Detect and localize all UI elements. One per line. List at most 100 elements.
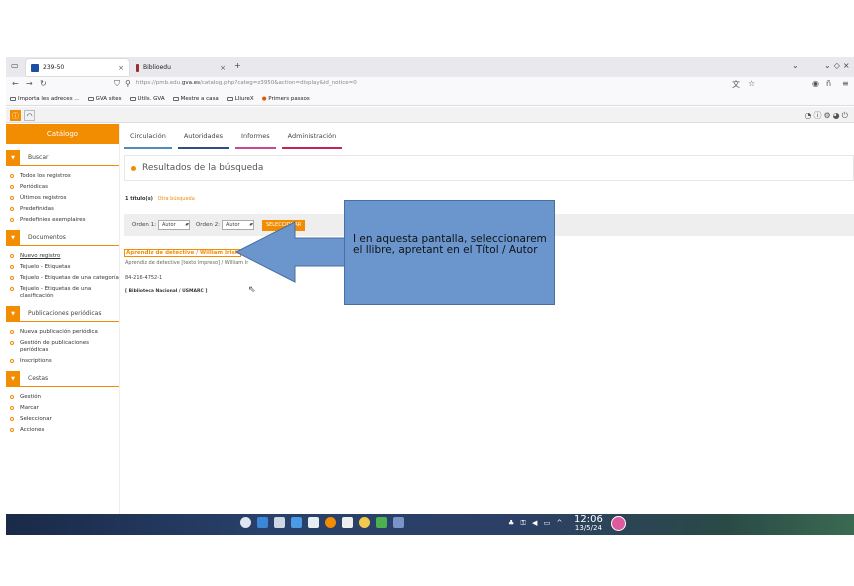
section-label: Publicaciones periódicas [28, 310, 102, 317]
user-avatar[interactable] [611, 516, 626, 531]
shield-icon[interactable]: ⛉ [114, 79, 120, 89]
sidebar-item[interactable]: Predefinies exemplaires [8, 217, 119, 224]
sidebar-item[interactable]: Gestión de publicaciones periódicas [8, 340, 119, 354]
section-documentos[interactable]: ▼ Documentos [6, 229, 119, 246]
sidebar-item-label: Tejuelo - Etiquetas de una categoría [20, 275, 119, 281]
sidebar-item[interactable]: Tejuelo - Etiquetas de una clasificación [8, 286, 119, 300]
account-icon[interactable]: ◉ [812, 79, 819, 88]
bullet-icon [10, 207, 14, 211]
bullet-icon [10, 341, 14, 345]
extensions-icon[interactable]: ñ [826, 79, 831, 88]
bullet-icon [10, 254, 14, 258]
sidebar-item[interactable]: Tejuelo - Etiquetas [8, 264, 119, 271]
close-icon[interactable]: × [220, 64, 226, 72]
helper-icon[interactable] [359, 517, 370, 528]
window-controls[interactable]: ⌄◇× [824, 61, 853, 70]
translate-icon[interactable]: 文 [732, 79, 740, 90]
files-icon[interactable] [257, 517, 268, 528]
window-icon[interactable] [274, 517, 285, 528]
tab-informes[interactable]: Informes [235, 129, 276, 149]
sidebar-item-label: Gestión [20, 394, 42, 400]
order2-select[interactable]: Autor [221, 220, 254, 230]
new-tab-button[interactable]: + [234, 61, 241, 70]
editor-icon[interactable] [376, 517, 387, 528]
bullet-icon [10, 174, 14, 178]
clock[interactable]: 12:06 13/5/24 [574, 515, 603, 533]
app-tool-icons[interactable]: ◔ⓘ⚙◕⏻ [805, 110, 850, 121]
bullet-icon [10, 428, 14, 432]
lock-icon[interactable]: ⚲ [125, 79, 131, 88]
bookmark-star-icon[interactable]: ☆ [748, 79, 755, 88]
order2-label: Orden 2: [195, 222, 220, 228]
result-library: [ Biblioteca Nacional / USMARC ] [125, 289, 208, 294]
sidebar-item[interactable]: Gestión [8, 394, 119, 401]
bookmark-item[interactable]: ● Primers passos [262, 96, 310, 102]
order1-select[interactable]: Autor [157, 220, 190, 230]
bookmark-item[interactable]: Mestre a casa [172, 96, 219, 102]
tab-biblioedu[interactable]: Biblioedu × [131, 59, 231, 76]
result-title-link[interactable]: Aprendiz de detective / William Irish [124, 249, 241, 257]
browser-tab-bar: ▭ 239-50 × Biblioedu × + ⌄ ⌄◇× [6, 57, 854, 77]
forward-icon[interactable]: → [26, 79, 33, 88]
chevron-down-icon[interactable]: ⌄ [792, 61, 799, 70]
sidebar-item-label: Acciones [20, 427, 45, 433]
sidebar-item[interactable]: Marcar [8, 405, 119, 412]
system-tray[interactable]: ♣ ⚿ ◀ ▭ ^ [508, 519, 564, 528]
sidebar-title[interactable]: Catálogo [6, 124, 119, 144]
sidebar-item[interactable]: Tejuelo - Etiquetas de una categoría [8, 275, 119, 282]
sidebar-item[interactable]: Últimos registros [8, 195, 119, 202]
bookmark-item[interactable]: Importa les adreces ... [10, 96, 80, 102]
app-launcher-icon[interactable] [240, 517, 251, 528]
menu-icon[interactable]: ≡ [842, 79, 849, 88]
sidebar-item[interactable]: Periódicas [8, 184, 119, 191]
close-icon[interactable]: × [118, 64, 124, 72]
sidebar: Catálogo ▼ Buscar Todos los registros Per… [6, 124, 120, 535]
reload-icon[interactable]: ↻ [40, 79, 47, 88]
firefox-icon[interactable] [325, 517, 336, 528]
section-publicaciones[interactable]: ▼ Publicaciones periódicas [6, 305, 119, 322]
sidebar-item-label: Nueva publicación periódica [20, 329, 98, 335]
sidebar-item[interactable]: Nueva publicación periódica [8, 329, 119, 336]
url-bar[interactable]: https://pmb.edu.gva.es/catalog.php?categ… [136, 80, 357, 86]
bookmark-item[interactable]: GVA sites [87, 96, 122, 102]
sidebar-item-label: Predefinies exemplaires [20, 217, 86, 223]
sidebar-item-label: Marcar [20, 405, 39, 411]
bookmark-label: LliureX [234, 96, 254, 102]
calculator-icon[interactable] [342, 517, 353, 528]
section-buscar[interactable]: ▼ Buscar [6, 149, 119, 166]
sidebar-item[interactable]: Seleccionar [8, 416, 119, 423]
chevron-down-icon: ▼ [6, 149, 20, 166]
result-subtitle: Aprendiz de detective [texto impreso] / … [125, 260, 249, 266]
sidebar-item-nuevo-registro[interactable]: Nuevo registro [8, 253, 119, 260]
sidebar-item[interactable]: Predefinidas [8, 206, 119, 213]
other-search-link[interactable]: Otra búsqueda [158, 196, 195, 202]
sidebar-item[interactable]: Acciones [8, 427, 119, 434]
screenshot-icon[interactable] [393, 517, 404, 528]
tab-239-50[interactable]: 239-50 × [26, 59, 129, 76]
bookmark-item[interactable]: Utils. GVA [129, 96, 165, 102]
bookmark-label: GVA sites [95, 96, 122, 102]
sidebar-item[interactable]: Inscriptions [8, 358, 119, 365]
sidebar-item[interactable]: Todos los registros [8, 173, 119, 180]
software-center-icon[interactable] [308, 517, 319, 528]
tab-list-icon[interactable]: ▭ [11, 61, 19, 70]
book-icon [136, 63, 139, 72]
folder-icon [129, 96, 136, 101]
back-icon[interactable]: ← [12, 79, 19, 88]
section-items: Nuevo registro Tejuelo - Etiquetas Tejue… [6, 246, 119, 300]
page-title: Resultados de la búsqueda [142, 163, 264, 173]
folder-icon[interactable] [291, 517, 302, 528]
bookmark-item[interactable]: LliureX [226, 96, 254, 102]
info-icon[interactable]: ⓘ [10, 110, 21, 121]
bullet-icon [131, 165, 136, 171]
bullet-icon [10, 359, 14, 363]
main-tabs: Circulación Autoridades Informes Adminis… [124, 129, 348, 149]
results-count: 1 título(s) Otra búsqueda [125, 196, 195, 202]
tab-administracion[interactable]: Administración [281, 129, 343, 149]
tab-circulacion[interactable]: Circulación [124, 129, 172, 149]
section-cestas[interactable]: ▼ Cestas [6, 370, 119, 387]
select-button[interactable]: SELECCIONAR [261, 219, 306, 231]
tab-autoridades[interactable]: Autoridades [177, 129, 230, 149]
dashboard-icon[interactable]: ◠ [24, 110, 35, 121]
firefox-icon: ● [261, 96, 267, 102]
